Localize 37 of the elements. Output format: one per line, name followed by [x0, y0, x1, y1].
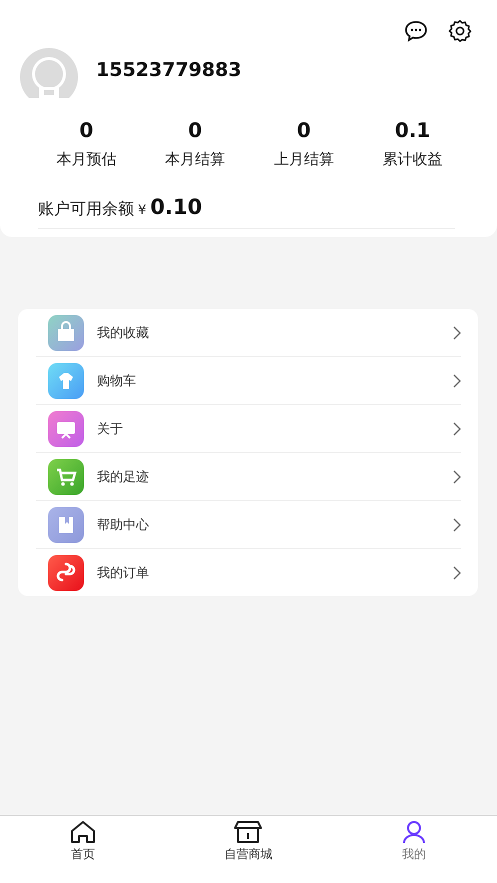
balance-amount: 0.10	[150, 195, 202, 219]
screen-icon	[48, 410, 84, 446]
stat-value: 0	[188, 118, 202, 142]
menu-item[interactable]: 购物车	[97, 372, 453, 390]
stat-label: 上月结算	[274, 150, 334, 169]
chevron-icon	[453, 518, 461, 532]
menu-item[interactable]: 我的收藏	[97, 324, 453, 342]
message-button[interactable]	[403, 18, 429, 44]
nav-tab[interactable]: 自营商城	[166, 816, 332, 883]
store-icon	[234, 820, 262, 844]
stat-label: 累计收益	[382, 150, 443, 169]
menu-item[interactable]: 我的足迹	[97, 468, 453, 486]
phone-number: 15523779883	[96, 59, 242, 81]
menu-item[interactable]: 关于	[97, 420, 453, 438]
settings-button[interactable]	[447, 18, 473, 44]
balance-label: 账户可用余额	[38, 199, 134, 220]
cart-icon	[48, 458, 84, 494]
link-icon	[48, 554, 84, 590]
chevron-icon	[453, 374, 461, 388]
home-icon	[68, 820, 97, 844]
stat-label: 本月预估	[56, 150, 116, 169]
stat-label: 本月结算	[165, 150, 226, 169]
book-icon	[48, 506, 84, 542]
menu-item[interactable]: 我的订单	[97, 564, 453, 582]
currency-symbol: ¥	[138, 203, 146, 218]
stat-value: 0.1	[394, 118, 430, 142]
nav-tab[interactable]: 首页	[0, 816, 166, 883]
bag-icon	[48, 314, 84, 350]
chevron-icon	[453, 470, 461, 484]
chevron-icon	[453, 566, 461, 580]
menu-item[interactable]: 帮助中心	[97, 516, 453, 534]
nav-tab[interactable]: 我的	[331, 816, 497, 883]
chevron-icon	[453, 326, 461, 340]
chevron-icon	[453, 422, 461, 436]
stat-value: 0	[79, 118, 94, 142]
shirt-icon	[48, 362, 84, 398]
stat-value: 0	[296, 118, 311, 142]
